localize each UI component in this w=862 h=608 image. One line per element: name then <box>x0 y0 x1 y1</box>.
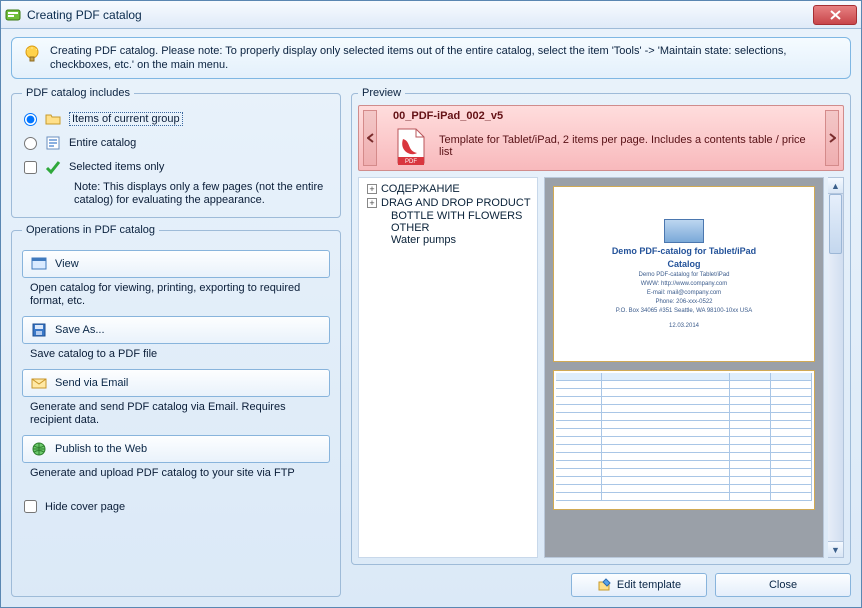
title-bar: Creating PDF catalog <box>1 1 861 29</box>
tree-node[interactable]: OTHER <box>361 222 535 234</box>
email-icon <box>31 375 47 391</box>
option-entire-catalog-label: Entire catalog <box>69 137 136 149</box>
hide-cover-option[interactable]: Hide cover page <box>22 496 330 517</box>
tree-node[interactable]: + DRAG AND DROP PRODUCT <box>361 196 535 210</box>
edit-template-label: Edit template <box>617 579 681 591</box>
cover-title: Demo PDF-catalog for Tablet/iPad <box>612 246 756 256</box>
window-body: Creating PDF catalog. Please note: To pr… <box>1 29 861 607</box>
checkbox-selected-items[interactable] <box>24 161 37 174</box>
option-selected-items[interactable]: Selected items only <box>22 155 330 179</box>
tree-node[interactable]: Water pumps <box>361 234 535 246</box>
edit-template-button[interactable]: Edit template <box>571 573 707 597</box>
template-next-button[interactable] <box>825 110 839 166</box>
checkbox-hide-cover[interactable] <box>24 500 37 513</box>
cover-subtitle: Catalog <box>667 259 700 269</box>
save-icon <box>31 322 47 338</box>
email-desc: Generate and send PDF catalog via Email.… <box>22 397 330 429</box>
save-button-label: Save As... <box>55 324 105 336</box>
includes-note: Note: This displays only a few pages (no… <box>22 179 330 209</box>
pdf-icon: PDF <box>393 126 429 166</box>
cover-page-preview: Demo PDF-catalog for Tablet/iPad Catalog… <box>553 186 815 362</box>
catalog-icon <box>45 135 61 151</box>
option-current-group[interactable]: Items of current group <box>22 107 330 131</box>
preview-body: + СОДЕРЖАНИЕ + DRAG AND DROP PRODUCT BOT… <box>358 177 844 558</box>
page-preview-area[interactable]: Demo PDF-catalog for Tablet/iPad Catalog… <box>544 177 824 558</box>
right-panel: Preview 00_PDF-iPad_002_v5 <box>351 87 851 597</box>
operations-legend: Operations in PDF catalog <box>22 224 159 236</box>
svg-text:PDF: PDF <box>405 159 417 165</box>
left-panel: PDF catalog includes Items of current gr… <box>11 87 341 597</box>
tree-node[interactable]: + СОДЕРЖАНИЕ <box>361 182 535 196</box>
content-tree[interactable]: + СОДЕРЖАНИЕ + DRAG AND DROP PRODUCT BOT… <box>358 177 538 558</box>
radio-entire-catalog[interactable] <box>24 137 37 150</box>
option-selected-items-label: Selected items only <box>69 161 164 173</box>
radio-current-group[interactable] <box>24 113 37 126</box>
close-window-button[interactable] <box>813 5 857 25</box>
template-bar: 00_PDF-iPad_002_v5 PDF <box>358 105 844 171</box>
info-banner: Creating PDF catalog. Please note: To pr… <box>11 37 851 79</box>
info-banner-text: Creating PDF catalog. Please note: To pr… <box>50 44 840 72</box>
preview-group: Preview 00_PDF-iPad_002_v5 <box>351 87 851 565</box>
template-desc: Template for Tablet/iPad, 2 items per pa… <box>439 134 815 158</box>
view-button[interactable]: View <box>22 250 330 278</box>
close-button[interactable]: Close <box>715 573 851 597</box>
template-prev-button[interactable] <box>363 110 377 166</box>
bottom-bar: Edit template Close <box>351 565 851 597</box>
web-button[interactable]: Publish to the Web <box>22 435 330 463</box>
operations-group: Operations in PDF catalog View Open cata… <box>11 224 341 597</box>
scroll-track[interactable] <box>828 194 843 541</box>
scroll-thumb[interactable] <box>829 194 842 254</box>
email-button-label: Send via Email <box>55 377 128 389</box>
close-label: Close <box>769 579 797 591</box>
preview-scrollbar[interactable]: ▲ ▼ <box>828 177 844 558</box>
scroll-down-button[interactable]: ▼ <box>828 541 843 557</box>
folder-icon <box>45 111 61 127</box>
edit-icon <box>597 578 611 592</box>
email-button[interactable]: Send via Email <box>22 369 330 397</box>
app-icon <box>5 7 21 23</box>
option-current-group-label: Items of current group <box>69 112 183 126</box>
web-desc: Generate and upload PDF catalog to your … <box>22 463 330 482</box>
tree-node[interactable]: BOTTLE WITH FLOWERS <box>361 210 535 222</box>
option-entire-catalog[interactable]: Entire catalog <box>22 131 330 155</box>
tree-expand-icon[interactable]: + <box>367 198 377 208</box>
globe-icon <box>31 441 47 457</box>
cover-image-placeholder <box>664 219 704 243</box>
save-desc: Save catalog to a PDF file <box>22 344 330 363</box>
window-title: Creating PDF catalog <box>27 8 813 22</box>
view-icon <box>31 256 47 272</box>
template-name: 00_PDF-iPad_002_v5 <box>393 110 815 122</box>
app-window: Creating PDF catalog Creating PDF catalo… <box>0 0 862 608</box>
tree-expand-icon[interactable]: + <box>367 184 377 194</box>
checkmark-icon <box>45 159 61 175</box>
includes-group: PDF catalog includes Items of current gr… <box>11 87 341 218</box>
toc-page-preview <box>553 370 815 510</box>
lightbulb-icon <box>22 44 42 64</box>
includes-legend: PDF catalog includes <box>22 87 134 99</box>
columns: PDF catalog includes Items of current gr… <box>11 87 851 597</box>
hide-cover-label: Hide cover page <box>45 501 125 513</box>
web-button-label: Publish to the Web <box>55 443 147 455</box>
preview-legend: Preview <box>358 87 405 99</box>
view-desc: Open catalog for viewing, printing, expo… <box>22 278 330 310</box>
save-button[interactable]: Save As... <box>22 316 330 344</box>
page-preview-column: Demo PDF-catalog for Tablet/iPad Catalog… <box>544 177 844 558</box>
view-button-label: View <box>55 258 79 270</box>
scroll-up-button[interactable]: ▲ <box>828 178 843 194</box>
